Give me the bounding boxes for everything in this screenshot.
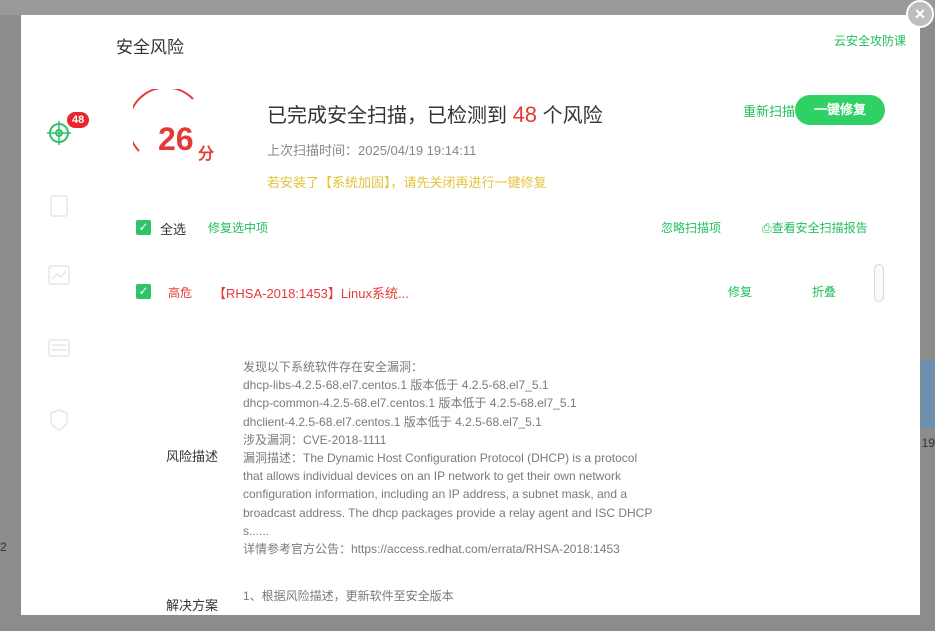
risk-title: 【RHSA-2018:1453】Linux系统...: [213, 286, 409, 301]
view-report-button[interactable]: ⎙查看安全扫描报告: [762, 219, 868, 236]
scan-headline: 已完成安全扫描，已检测到 48 个风险: [267, 99, 603, 128]
risk-fold-button[interactable]: 折叠: [812, 283, 836, 300]
description-line: dhcp-libs-4.2.5-68.el7.centos.1 版本低于 4.2…: [243, 378, 549, 393]
risk-row-checkbox[interactable]: ✓: [136, 284, 151, 299]
list-icon[interactable]: [47, 336, 71, 360]
fix-selected-button[interactable]: 修复选中项: [208, 219, 268, 236]
description-link[interactable]: 详情参考官方公告：https://access.redhat.com/errat…: [243, 540, 683, 558]
description-label: 风险描述: [166, 449, 219, 464]
solution-label: 解决方案: [166, 598, 219, 613]
description-line: dhcp-common-4.2.5-68.el7.centos.1 版本低于 4…: [243, 396, 577, 411]
description-line: that allows individual devices on an IP …: [243, 469, 621, 484]
description-line: configuration information, including an …: [243, 487, 628, 502]
score-value: 26: [158, 121, 194, 157]
security-risk-modal: 安全风险 云安全攻防课 48 26 分 已完成安全扫描，已检测到 48 个风险 …: [21, 15, 920, 615]
chart-icon[interactable]: [47, 263, 71, 287]
shield-icon[interactable]: [47, 408, 71, 432]
last-scan-time: 上次扫描时间：2025/04/19 19:14:11: [267, 143, 477, 158]
fix-all-button[interactable]: 一键修复: [795, 95, 885, 125]
background-strip: [0, 0, 935, 15]
description-line: s......: [243, 523, 270, 538]
select-all-checkbox[interactable]: ✓: [136, 220, 151, 235]
background-number: 19: [921, 436, 935, 450]
solution-text: 1、根据风险描述，更新软件至安全版本: [243, 589, 454, 603]
background-image: [921, 360, 935, 428]
risk-count: 48: [512, 102, 538, 127]
rescan-button[interactable]: 重新扫描: [743, 101, 795, 120]
headline-suffix: 个风险: [542, 105, 603, 127]
select-all-label: 全选: [160, 222, 187, 237]
description-line: broadcast address. The dhcp packages pro…: [243, 505, 653, 520]
description-line: 漏洞描述：The Dynamic Host Configuration Prot…: [243, 451, 638, 466]
top-link[interactable]: 云安全攻防课: [834, 32, 906, 49]
headline-text: 已完成安全扫描，已检测到: [267, 105, 507, 127]
report-icon: ⎙: [762, 221, 772, 235]
scrollbar-thumb[interactable]: [874, 264, 884, 302]
target-icon[interactable]: [47, 121, 71, 145]
description-line: dhclient-4.2.5-68.el7.centos.1 版本低于 4.2.…: [243, 414, 542, 429]
view-report-label: 查看安全扫描报告: [771, 221, 868, 235]
ignore-scan-button[interactable]: 忽略扫描项: [661, 219, 721, 236]
description-text: 发现以下系统软件存在安全漏洞： dhcp-libs-4.2.5-68.el7.c…: [243, 358, 683, 558]
description-line: 涉及漏洞：CVE-2018-1111: [243, 432, 387, 447]
background-left-text: 2: [0, 540, 7, 554]
document-icon[interactable]: [47, 194, 71, 218]
description-line: 发现以下系统软件存在安全漏洞：: [243, 360, 424, 374]
risk-fix-button[interactable]: 修复: [728, 283, 752, 300]
hardening-warning: 若安装了【系统加固】，请先关闭再进行一键修复: [267, 175, 547, 190]
risk-level: 高危: [168, 286, 193, 300]
risk-count-badge: 48: [67, 112, 90, 128]
close-icon[interactable]: ×: [906, 0, 934, 28]
modal-title: 安全风险: [116, 38, 184, 57]
score-unit: 分: [198, 146, 215, 163]
